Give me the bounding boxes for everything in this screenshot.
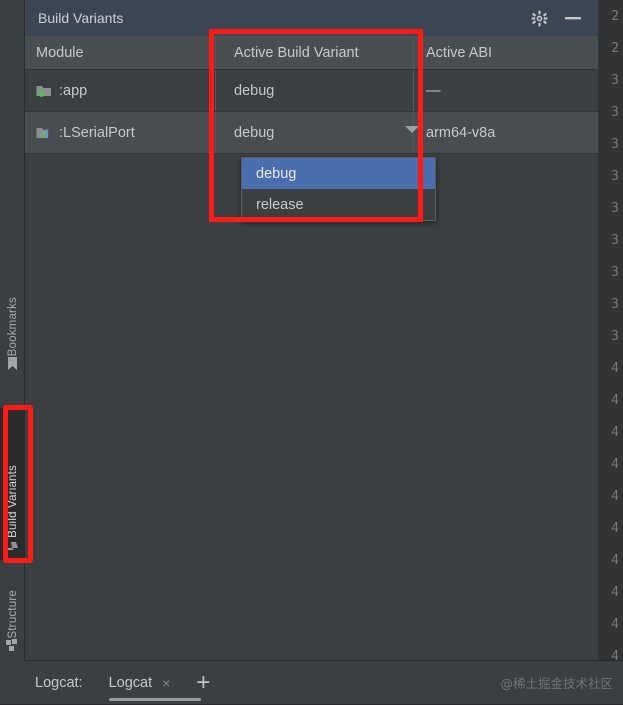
close-icon[interactable]: × [162,675,170,691]
build-variants-table: Module Active Build Variant Active ABI :… [25,36,598,264]
table-header-row: Module Active Build Variant Active ABI [25,36,598,70]
page-title: Build Variants [38,10,124,26]
gutter-line-number: 3 [611,136,619,152]
dropdown-option-release[interactable]: release [242,189,435,220]
cell-module-label: :app [59,82,88,99]
gutter-line-number: 4 [611,520,619,536]
sidebar-item-structure[interactable]: Structure [0,570,25,660]
cell-module[interactable]: :app [25,70,215,111]
logcat-label: Logcat: [35,674,83,691]
sidebar-item-bookmarks[interactable]: Bookmarks [0,258,25,380]
gutter-line-number: 3 [611,72,619,88]
build-variant-dropdown-popup: debug release [241,157,436,221]
build-variants-panel: Build Variants Module Active Build Varia… [25,0,598,660]
folder-module-icon [36,84,52,98]
add-tab-icon[interactable]: + [196,670,210,695]
chevron-down-icon[interactable] [405,126,419,133]
sidebar-item-structure-label: Structure [6,589,19,638]
table-row[interactable]: :LSerialPort debug arm64-v8a [25,112,598,154]
gutter-line-number: 2 [611,40,619,56]
gutter-line-number: 3 [611,328,619,344]
titlebar-actions [531,10,582,27]
gutter-line-number: 4 [611,648,619,661]
column-header-active-build-variant[interactable]: Active Build Variant [215,36,413,69]
cell-active-build-variant[interactable]: debug [215,70,413,111]
cell-active-abi[interactable]: arm64-v8a [413,112,598,153]
gear-icon[interactable] [531,10,548,27]
table-row[interactable]: :app debug — [25,70,598,112]
cell-active-abi[interactable]: — [413,70,598,111]
gutter-line-number: 3 [611,296,619,312]
structure-blocks-icon [5,638,20,656]
bookmark-icon [6,356,19,376]
gutter-line-number: 3 [611,168,619,184]
gutter-line-number: 4 [611,360,619,376]
build-variants-titlebar: Build Variants [25,0,598,36]
gutter-line-number: 4 [611,392,619,408]
gutter-line-number: 3 [611,104,619,120]
logcat-bottom-bar: Logcat: Logcat × + @稀土掘金技术社区 [25,660,623,704]
minimize-icon[interactable] [564,12,582,24]
gutter-line-number: 4 [611,424,619,440]
editor-gutter-line-numbers: 2 2 3 3 3 3 3 3 3 3 3 4 4 4 4 4 4 4 4 4 … [598,0,623,660]
sidebar-item-bookmarks-label: Bookmarks [6,296,19,356]
gutter-line-number: 4 [611,488,619,504]
column-header-module[interactable]: Module [25,36,215,69]
cell-module[interactable]: :LSerialPort [25,112,215,153]
gutter-line-number: 4 [611,552,619,568]
gutter-line-number: 3 [611,200,619,216]
tab-logcat-label: Logcat [108,674,153,691]
dropdown-option-debug[interactable]: debug [242,158,435,189]
folder-library-icon [36,126,52,140]
sidebar-item-build-variants[interactable]: Build Variants [0,408,25,560]
left-tool-window-stripe: Bookmarks Build Variants Structure [0,0,25,704]
gutter-line-number: 4 [611,456,619,472]
tab-active-underline [108,697,201,701]
cell-active-build-variant-combo[interactable]: debug [215,112,413,153]
gutter-line-number: 4 [611,584,619,600]
sidebar-item-build-variants-label: Build Variants [6,465,19,538]
gutter-line-number: 2 [611,8,619,24]
gutter-line-number: 3 [611,232,619,248]
tab-logcat[interactable]: Logcat × [105,661,201,705]
gutter-line-number: 3 [611,264,619,280]
build-variants-icon [6,538,20,556]
cell-module-label: :LSerialPort [59,124,135,141]
column-header-active-abi[interactable]: Active ABI [413,36,598,69]
watermark: @稀土掘金技术社区 [500,676,613,691]
left-stripe-bottom-corner [0,660,25,704]
gutter-line-number: 4 [611,616,619,632]
